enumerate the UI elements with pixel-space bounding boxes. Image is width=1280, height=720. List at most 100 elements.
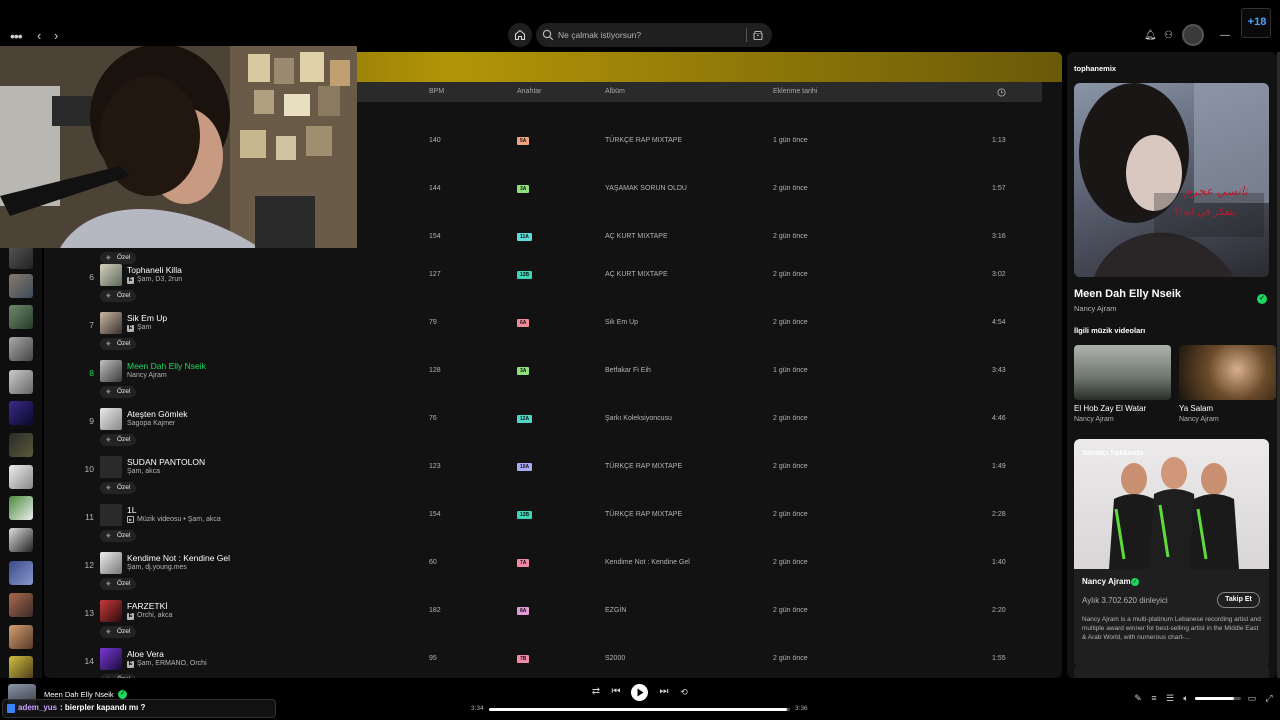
library-item-thumbnail[interactable]	[9, 274, 33, 298]
track-artists-text[interactable]: Sagopa Kajmer	[127, 420, 175, 427]
now-playing-view-icon[interactable]: ✎	[1132, 692, 1144, 704]
library-item-thumbnail[interactable]	[9, 245, 33, 269]
library-item-thumbnail[interactable]	[9, 496, 33, 520]
track-artists-text[interactable]: Müzik videosu • Şam, akca	[137, 516, 221, 523]
track-album[interactable]: TÜRKÇE RAP MIXTAPE	[605, 137, 682, 144]
private-badge[interactable]: ◈ Özel	[100, 338, 136, 350]
track-row[interactable]: 6 Tophaneli Killa E Şam, D3, 2run 127 12B AÇ K…	[44, 264, 1062, 312]
track-album[interactable]: AÇ KURT MIXTAPE	[605, 233, 668, 240]
video-artist[interactable]: Nancy Ajram	[1074, 416, 1114, 423]
track-title[interactable]: Tophaneli Killa	[127, 265, 182, 275]
video-thumbnail[interactable]	[1074, 345, 1171, 400]
library-item-thumbnail[interactable]	[9, 625, 33, 649]
now-playing-playlist-name[interactable]: tophanemix	[1074, 64, 1116, 73]
progress-bar[interactable]	[489, 708, 790, 711]
track-artists-text[interactable]: Şam, akca	[127, 468, 160, 475]
browse-icon[interactable]	[752, 29, 764, 41]
track-album[interactable]: Betfakar Fi Eih	[605, 367, 651, 374]
search-bar[interactable]	[536, 23, 772, 47]
repeat-icon[interactable]: ⟲	[678, 686, 690, 698]
track-album[interactable]: Kendime Not : Kendine Gel	[605, 559, 690, 566]
private-badge[interactable]: ◈ Özel	[100, 530, 136, 542]
library-item-thumbnail[interactable]	[9, 593, 33, 617]
lyrics-icon[interactable]: ≡	[1148, 692, 1160, 704]
private-badge[interactable]: ◈ Özel	[100, 290, 136, 302]
column-key[interactable]: Anahtar	[517, 88, 542, 95]
track-title[interactable]: Meen Dah Elly Nseik	[127, 361, 206, 371]
track-album[interactable]: TÜRKÇE RAP MIXTAPE	[605, 511, 682, 518]
private-badge[interactable]: ◈ Özel	[100, 482, 136, 494]
column-album[interactable]: Albüm	[605, 88, 625, 95]
track-row[interactable]: 10 SUDAN PANTOLON Şam, akca 123 10A TÜRKÇE RA…	[44, 456, 1062, 504]
video-artist[interactable]: Nancy Ajram	[1179, 416, 1219, 423]
follow-button[interactable]: Takip Et	[1217, 592, 1260, 608]
track-album[interactable]: Sik Em Up	[605, 319, 638, 326]
track-title[interactable]: Sik Em Up	[127, 313, 167, 323]
minimize-window-icon[interactable]: —	[1220, 20, 1230, 52]
user-avatar[interactable]	[1182, 24, 1204, 46]
track-artists-text[interactable]: Şam, ERMANO, Orchi	[137, 660, 207, 667]
player-saved-icon[interactable]: ✓	[118, 690, 127, 699]
library-item-thumbnail[interactable]	[9, 465, 33, 489]
library-item-thumbnail[interactable]	[9, 337, 33, 361]
now-playing-artist[interactable]: Nancy Ajram	[1074, 304, 1117, 313]
volume-slider[interactable]	[1195, 697, 1241, 700]
track-artists-text[interactable]: Şam, dj.young.mes	[127, 564, 187, 571]
artist-name[interactable]: Nancy Ajram	[1082, 577, 1131, 586]
saved-check-icon[interactable]: ✓	[1257, 294, 1267, 304]
track-title[interactable]: 1L	[127, 505, 136, 515]
volume-icon[interactable]: 🔈︎	[1180, 692, 1192, 704]
column-date-added[interactable]: Eklenme tarihi	[773, 88, 817, 95]
library-item-thumbnail[interactable]	[9, 305, 33, 329]
video-thumbnail[interactable]	[1179, 345, 1276, 400]
track-title[interactable]: Kendime Not : Kendine Gel	[127, 553, 230, 563]
now-playing-track-title[interactable]: Meen Dah Elly Nseik	[1074, 288, 1181, 300]
track-album[interactable]: S2000	[605, 655, 625, 662]
about-artist-card[interactable]: Sanatçı hakkında Nancy Ajram ✓ Aylık 3.7…	[1074, 439, 1269, 666]
track-album[interactable]: TÜRKÇE RAP MIXTAPE	[605, 463, 682, 470]
video-title[interactable]: Ya Salam	[1179, 404, 1213, 413]
home-button[interactable]	[508, 23, 532, 47]
library-item-thumbnail[interactable]	[9, 401, 33, 425]
track-album[interactable]: EZGİN	[605, 607, 626, 614]
library-item-thumbnail[interactable]	[9, 433, 33, 457]
notifications-bell-icon[interactable]: 🔔︎	[1144, 20, 1157, 52]
previous-track-icon[interactable]: ⏮︎	[610, 686, 622, 698]
track-title[interactable]: SUDAN PANTOLON	[127, 457, 205, 467]
track-title[interactable]: FARZETKİ	[127, 601, 168, 611]
queue-icon[interactable]: ☰	[1164, 692, 1176, 704]
friends-activity-icon[interactable]: ⚇	[1164, 20, 1173, 52]
library-item-thumbnail[interactable]	[9, 528, 33, 552]
private-badge[interactable]: ◈ Özel	[100, 578, 136, 590]
track-row[interactable]: 11 1L ▶ Müzik videosu • Şam, akca 154 12B TÜRK…	[44, 504, 1062, 552]
private-badge[interactable]: ◈ Özel	[100, 626, 136, 638]
private-badge[interactable]: ◈ Özel	[100, 434, 136, 446]
track-row[interactable]: 13 FARZETKİ E Orchi, akca 182 8A EZGİN 2 gün ön…	[44, 600, 1062, 648]
fullscreen-icon[interactable]: ⤢	[1263, 692, 1275, 704]
video-title[interactable]: El Hob Zay El Watar	[1074, 404, 1146, 413]
track-row[interactable]: 12 Kendime Not : Kendine Gel Şam, dj.young…	[44, 552, 1062, 600]
shuffle-icon[interactable]: ⇄	[590, 686, 602, 698]
next-track-icon[interactable]: ⏭︎	[658, 686, 670, 698]
track-title[interactable]: Ateşten Gömlek	[127, 409, 187, 419]
track-row[interactable]: 8 Meen Dah Elly Nseik Nancy Ajram 128 3A Betf…	[44, 360, 1062, 408]
private-badge[interactable]: ◈ Özel	[100, 386, 136, 398]
library-item-thumbnail[interactable]	[9, 561, 33, 585]
private-badge[interactable]: ◈ Özel	[100, 252, 136, 264]
track-artists-text[interactable]: Nancy Ajram	[127, 372, 167, 379]
track-row[interactable]: 7 Sik Em Up E Şam 79 6A Sik Em Up 2 gün önce 4:5…	[44, 312, 1062, 360]
play-button[interactable]	[631, 684, 648, 701]
track-artists-text[interactable]: Orchi, akca	[137, 612, 172, 619]
track-row[interactable]: 14 Aloe Vera E Şam, ERMANO, Orchi 95 7B S2000 2…	[44, 648, 1062, 678]
track-album[interactable]: YAŞAMAK SORUN OLDU	[605, 185, 687, 192]
library-item-thumbnail[interactable]	[9, 656, 33, 680]
track-artists-text[interactable]: Şam, D3, 2run	[137, 276, 182, 283]
column-bpm[interactable]: BPM	[429, 88, 444, 95]
track-row[interactable]: 9 Ateşten Gömlek Sagopa Kajmer 76 12A Şarkı K…	[44, 408, 1062, 456]
library-item-thumbnail[interactable]	[9, 370, 33, 394]
search-input[interactable]	[558, 23, 738, 47]
mini-player-icon[interactable]: ▭	[1246, 692, 1258, 704]
track-album[interactable]: Şarkı Koleksiyoncusu	[605, 415, 672, 422]
track-artists-text[interactable]: Şam	[137, 324, 151, 331]
track-title[interactable]: Aloe Vera	[127, 649, 164, 659]
